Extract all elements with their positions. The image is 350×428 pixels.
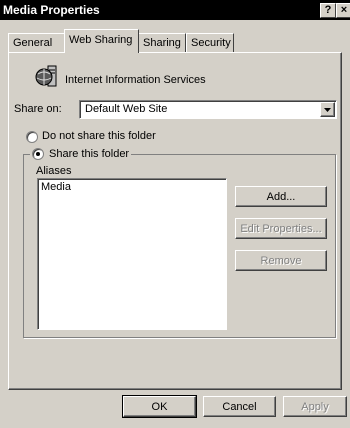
iis-label: Internet Information Services [65, 74, 206, 86]
close-button[interactable]: × [336, 3, 350, 18]
radio-do-not-share-label: Do not share this folder [42, 130, 156, 142]
tab-label: General [13, 37, 53, 49]
tab-label: Security [191, 37, 231, 49]
tab-sharing[interactable]: Sharing [138, 33, 186, 52]
apply-button[interactable]: Apply [283, 396, 347, 417]
window-title: Media Properties [3, 3, 100, 17]
tab-label: Web Sharing [69, 34, 133, 46]
cancel-button[interactable]: Cancel [203, 396, 276, 417]
ok-button[interactable]: OK [122, 395, 197, 418]
edit-properties-button[interactable]: Edit Properties... [235, 218, 327, 239]
share-on-value: Default Web Site [85, 103, 168, 115]
tab-security[interactable]: Security [186, 33, 234, 52]
globe-server-icon [34, 64, 60, 90]
tab-label: Sharing [143, 37, 181, 49]
share-on-label: Share on: [14, 103, 62, 115]
share-group-header: Share this folder [30, 147, 132, 161]
help-button[interactable]: ? [320, 3, 336, 18]
tab-general[interactable]: General [8, 33, 65, 52]
title-bar[interactable]: Media Properties ? × [0, 0, 350, 20]
radio-share-label: Share this folder [49, 148, 130, 160]
radio-do-not-share[interactable] [26, 131, 38, 143]
aliases-listbox[interactable]: Media [37, 178, 227, 330]
tab-web-sharing[interactable]: Web Sharing [64, 29, 139, 53]
share-on-dropdown[interactable]: Default Web Site [79, 100, 337, 119]
chevron-down-icon[interactable] [320, 102, 335, 117]
radio-share[interactable] [32, 148, 44, 160]
aliases-label: Aliases [36, 165, 72, 177]
add-button[interactable]: Add... [235, 186, 327, 207]
remove-button[interactable]: Remove [235, 250, 327, 271]
list-item[interactable]: Media [41, 181, 71, 193]
